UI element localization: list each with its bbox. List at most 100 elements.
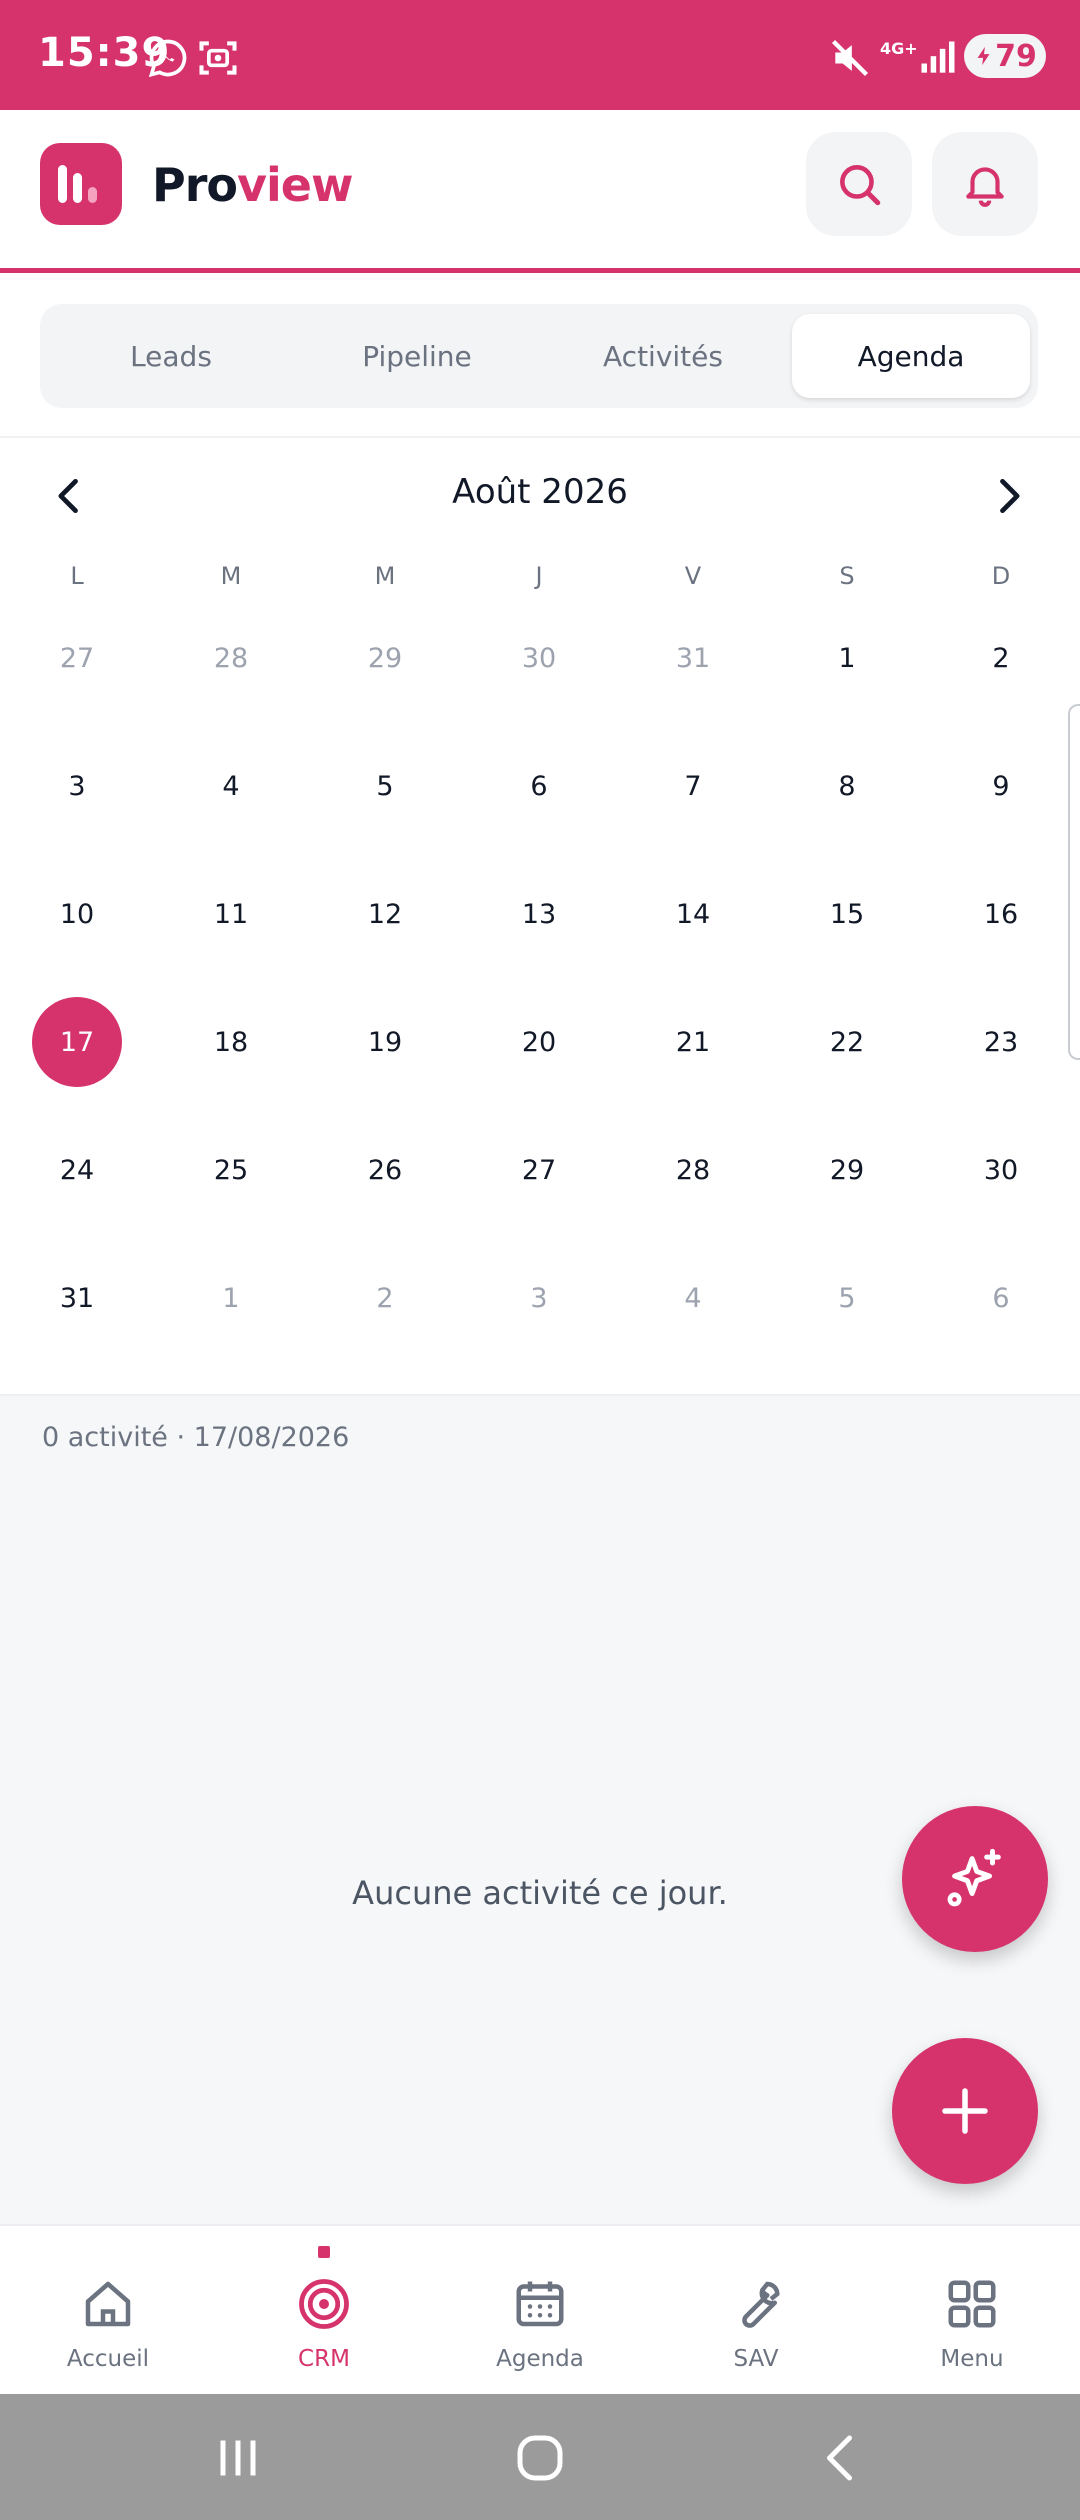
calendar-day[interactable]: 9 — [924, 722, 1078, 850]
calendar-day-number: 29 — [829, 1154, 865, 1186]
tab-pipeline[interactable]: Pipeline — [298, 314, 536, 398]
calendar-day[interactable]: 25 — [154, 1106, 308, 1234]
calendar-day[interactable]: 3 — [0, 722, 154, 850]
calendar-day-number: 24 — [59, 1154, 95, 1186]
calendar-day[interactable]: 31 — [616, 594, 770, 722]
calendar-day[interactable]: 29 — [308, 594, 462, 722]
activities-panel: 0 activité · 17/08/2026 Aucune activité … — [0, 1394, 1080, 2224]
brand-prefix: Pro — [152, 158, 238, 212]
calendar-day-selected[interactable]: 17 — [0, 978, 154, 1106]
calendar-day[interactable]: 5 — [308, 722, 462, 850]
weekday-header: M — [374, 562, 396, 590]
recent-apps-icon[interactable] — [208, 2428, 268, 2488]
calendar-day-number: 12 — [367, 898, 403, 930]
nav-crm[interactable]: CRM — [216, 2226, 432, 2396]
weekday-header: L — [70, 562, 84, 590]
calendar-day[interactable]: 29 — [770, 1106, 924, 1234]
calendar-day-number: 21 — [675, 1026, 711, 1058]
calendar-day[interactable]: 11 — [154, 850, 308, 978]
calendar-day[interactable]: 28 — [154, 594, 308, 722]
calendar-day[interactable]: 15 — [770, 850, 924, 978]
calendar-day-number: 27 — [521, 1154, 557, 1186]
calendar-day[interactable]: 2 — [924, 594, 1078, 722]
calendar-day[interactable]: 16 — [924, 850, 1078, 978]
calendar-day[interactable]: 19 — [308, 978, 462, 1106]
calendar-day[interactable]: 23 — [924, 978, 1078, 1106]
calendar-day-number: 3 — [68, 770, 86, 802]
calendar-day[interactable]: 22 — [770, 978, 924, 1106]
calendar-day[interactable]: 8 — [770, 722, 924, 850]
calendar-day-number: 5 — [838, 1282, 856, 1314]
calendar-day[interactable]: 24 — [0, 1106, 154, 1234]
calendar-day[interactable]: 21 — [616, 978, 770, 1106]
weekday-header: V — [684, 562, 702, 590]
nav-sav[interactable]: SAV — [648, 2226, 864, 2396]
nav-agenda[interactable]: Agenda — [432, 2226, 648, 2396]
tab-activites[interactable]: Activités — [544, 314, 782, 398]
back-icon[interactable] — [812, 2428, 872, 2488]
calendar-day[interactable]: 14 — [616, 850, 770, 978]
notifications-button[interactable] — [932, 132, 1038, 236]
wrench-icon — [742, 2281, 780, 2328]
calendar-day-number: 31 — [675, 642, 711, 674]
search-icon — [840, 165, 881, 206]
calendar-day[interactable]: 3 — [462, 1234, 616, 1362]
calendar-day-number: 29 — [367, 642, 403, 674]
calendar-day[interactable]: 4 — [616, 1234, 770, 1362]
nav-label: Agenda — [496, 2346, 584, 2372]
calendar-day[interactable]: 1 — [154, 1234, 308, 1362]
nav-label: Menu — [940, 2346, 1004, 2372]
nav-accueil[interactable]: Accueil — [0, 2226, 216, 2396]
calendar-day[interactable]: 27 — [0, 594, 154, 722]
calendar-day[interactable]: 28 — [616, 1106, 770, 1234]
calendar-day[interactable]: 31 — [0, 1234, 154, 1362]
battery-indicator: 79 — [964, 34, 1046, 78]
calendar-day-number: 28 — [675, 1154, 711, 1186]
calendar-day-number: 26 — [367, 1154, 403, 1186]
logo-icon — [58, 165, 97, 203]
calendar-day-number: 2 — [376, 1282, 394, 1314]
calendar-day[interactable]: 4 — [154, 722, 308, 850]
whatsapp-icon — [148, 39, 187, 78]
bottom-navigation: Accueil CRM Agenda SAV Menu — [0, 2224, 1080, 2394]
calendar-day[interactable]: 26 — [308, 1106, 462, 1234]
calendar-day[interactable]: 2 — [308, 1234, 462, 1362]
sparkles-icon — [947, 1848, 1001, 1907]
nav-menu[interactable]: Menu — [864, 2226, 1080, 2396]
calendar-day[interactable]: 30 — [924, 1106, 1078, 1234]
tab-leads[interactable]: Leads — [52, 314, 290, 398]
home-icon — [85, 2281, 131, 2327]
calendar-day[interactable]: 7 — [616, 722, 770, 850]
add-activity-button[interactable] — [892, 2038, 1038, 2184]
calendar-day-number: 2 — [992, 642, 1010, 674]
calendar-day[interactable]: 30 — [462, 594, 616, 722]
home-button-icon[interactable] — [510, 2428, 570, 2488]
search-button[interactable] — [806, 132, 912, 236]
bell-icon — [966, 167, 1004, 207]
calendar-day[interactable]: 13 — [462, 850, 616, 978]
nav-label: Accueil — [66, 2346, 150, 2372]
calendar-day[interactable]: 6 — [462, 722, 616, 850]
calendar-day[interactable]: 12 — [308, 850, 462, 978]
grid-icon — [948, 2280, 996, 2328]
calendar-day-number: 25 — [213, 1154, 249, 1186]
calendar-day[interactable]: 1 — [770, 594, 924, 722]
calendar-day[interactable]: 20 — [462, 978, 616, 1106]
network-type: 4G+ — [880, 39, 918, 58]
calendar-day[interactable]: 10 — [0, 850, 154, 978]
calendar-day-number: 27 — [59, 642, 95, 674]
tab-agenda[interactable]: Agenda — [792, 314, 1030, 398]
calendar-day-number: 6 — [530, 770, 548, 802]
next-month-button[interactable] — [980, 468, 1036, 524]
calendar-day[interactable]: 5 — [770, 1234, 924, 1362]
calendar-day[interactable]: 6 — [924, 1234, 1078, 1362]
charging-icon — [977, 46, 990, 66]
calendar-day[interactable]: 27 — [462, 1106, 616, 1234]
signal-icon — [921, 41, 955, 73]
scroll-handle[interactable] — [1068, 704, 1080, 1060]
calendar-day[interactable]: 18 — [154, 978, 308, 1106]
weekday-header: M — [220, 562, 242, 590]
ai-assistant-button[interactable] — [902, 1806, 1048, 1952]
app-brand: Proview — [152, 158, 353, 212]
calendar-day-number: 19 — [367, 1026, 403, 1058]
